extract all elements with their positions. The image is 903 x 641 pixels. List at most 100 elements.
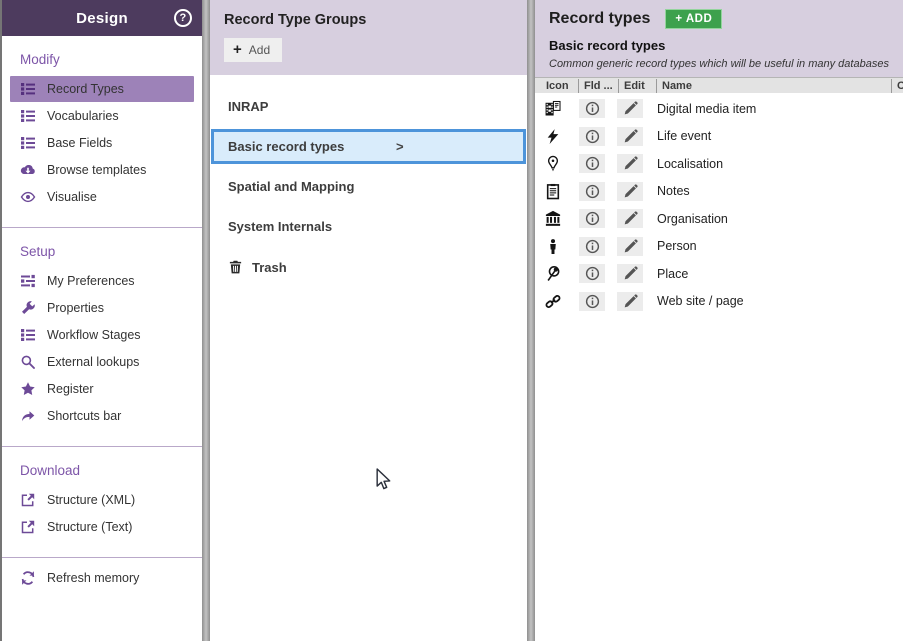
info-icon — [585, 239, 600, 254]
types-subtitle: Basic record types — [549, 38, 889, 53]
list-icon — [20, 108, 36, 124]
sidebar-item-label: Workflow Stages — [47, 328, 141, 342]
info-icon — [585, 294, 600, 309]
sidebar-item-refresh-memory[interactable]: Refresh memory — [10, 565, 194, 591]
map-pin-icon — [541, 155, 565, 172]
record-type-row-person[interactable]: Person — [535, 233, 903, 261]
edit-button[interactable] — [617, 264, 643, 283]
sidebar-item-shortcuts-bar[interactable]: Shortcuts bar — [10, 403, 194, 429]
pencil-icon — [623, 101, 638, 116]
sidebar-item-label: My Preferences — [47, 274, 135, 288]
sidebar-item-label: Register — [47, 382, 94, 396]
add-group-button[interactable]: + Add — [224, 38, 282, 62]
pencil-icon — [623, 129, 638, 144]
sidebar-item-label: Properties — [47, 301, 104, 315]
record-type-groups-panel: Record Type Groups + Add INRAP Basic rec… — [210, 0, 527, 641]
sidebar-item-workflow-stages[interactable]: Workflow Stages — [10, 322, 194, 348]
chevron-right-icon: > — [396, 139, 404, 154]
sidebar-item-record-types[interactable]: Record Types — [10, 76, 194, 102]
pencil-icon — [623, 294, 638, 309]
share-arrow-icon — [20, 408, 36, 424]
record-type-row-life-event[interactable]: Life event — [535, 123, 903, 151]
info-button[interactable] — [579, 182, 605, 201]
sidebar-item-browse-templates[interactable]: Browse templates — [10, 157, 194, 183]
groups-panel-title: Record Type Groups — [224, 12, 513, 28]
sidebar-item-visualise[interactable]: Visualise — [10, 184, 194, 210]
sidebar-item-external-lookups[interactable]: External lookups — [10, 349, 194, 375]
sidebar-header: Design ? — [2, 0, 202, 36]
info-button[interactable] — [579, 237, 605, 256]
group-item-label: Spatial and Mapping — [228, 179, 354, 194]
record-type-row-localisation[interactable]: Localisation — [535, 150, 903, 178]
link-icon — [541, 293, 565, 310]
info-icon — [585, 129, 600, 144]
group-item-label: Trash — [252, 260, 287, 275]
sidebar-item-label: Base Fields — [47, 136, 112, 150]
info-icon — [585, 101, 600, 116]
pencil-icon — [623, 211, 638, 226]
record-type-name: Notes — [657, 184, 690, 198]
page-title: Design — [76, 10, 128, 27]
sidebar-item-vocabularies[interactable]: Vocabularies — [10, 103, 194, 129]
pencil-icon — [623, 239, 638, 254]
sidebar-section-setup: Setup My Preferences Properties — [2, 228, 202, 440]
edit-button[interactable] — [617, 182, 643, 201]
group-item-system-internals[interactable]: System Internals — [211, 209, 526, 244]
sidebar-item-structure-xml[interactable]: Structure (XML) — [10, 487, 194, 513]
edit-button[interactable] — [617, 127, 643, 146]
info-icon — [585, 184, 600, 199]
sidebar-item-base-fields[interactable]: Base Fields — [10, 130, 194, 156]
info-button[interactable] — [579, 209, 605, 228]
bank-icon — [541, 210, 565, 227]
eye-icon — [20, 189, 36, 205]
info-button[interactable] — [579, 127, 605, 146]
record-type-name: Organisation — [657, 212, 728, 226]
group-item-trash[interactable]: Trash — [211, 249, 526, 285]
record-type-row-notes[interactable]: Notes — [535, 178, 903, 206]
sidebar-section-footer: Refresh memory — [2, 558, 202, 602]
help-icon[interactable]: ? — [174, 9, 192, 27]
info-button[interactable] — [579, 292, 605, 311]
info-button[interactable] — [579, 154, 605, 173]
sidebar-item-properties[interactable]: Properties — [10, 295, 194, 321]
edit-button[interactable] — [617, 154, 643, 173]
panel-splitter-right[interactable] — [527, 0, 535, 641]
group-item-spatial-and-mapping[interactable]: Spatial and Mapping — [211, 169, 526, 204]
sidebar-item-label: Record Types — [47, 82, 124, 96]
sidebar-item-label: External lookups — [47, 355, 139, 369]
edit-button[interactable] — [617, 209, 643, 228]
record-type-row-place[interactable]: Place — [535, 260, 903, 288]
group-item-inrap[interactable]: INRAP — [211, 89, 526, 124]
edit-button[interactable] — [617, 99, 643, 118]
edit-button[interactable] — [617, 237, 643, 256]
record-type-name: Localisation — [657, 157, 723, 171]
plus-icon: + — [233, 45, 242, 55]
pencil-icon — [623, 184, 638, 199]
cloud-download-icon — [20, 162, 36, 178]
sidebar-item-my-preferences[interactable]: My Preferences — [10, 268, 194, 294]
sidebar-item-structure-text[interactable]: Structure (Text) — [10, 514, 194, 540]
external-link-icon — [20, 519, 36, 535]
group-item-basic-record-types[interactable]: Basic record types > — [211, 129, 526, 164]
record-type-row-digital-media-item[interactable]: Digital media item — [535, 95, 903, 123]
record-type-row-organisation[interactable]: Organisation — [535, 205, 903, 233]
record-types-panel: Record types + ADD Basic record types Co… — [535, 0, 903, 641]
record-type-row-web-site-page[interactable]: Web site / page — [535, 288, 903, 316]
record-type-name: Place — [657, 267, 688, 281]
sidebar-section-modify: Modify Record Types Vocabularies — [2, 36, 202, 221]
edit-button[interactable] — [617, 292, 643, 311]
sidebar: Design ? Modify Record Types Vocabularie… — [2, 0, 202, 641]
info-button[interactable] — [579, 264, 605, 283]
record-types-table-header: Icon Fld ... Edit Name C — [535, 77, 903, 93]
column-header-icon: Icon — [541, 79, 579, 93]
trash-icon — [228, 259, 243, 275]
group-list: INRAP Basic record types > Spatial and M… — [210, 75, 527, 285]
panel-splitter-left[interactable] — [202, 0, 210, 641]
info-button[interactable] — [579, 99, 605, 118]
group-item-label: Basic record types — [228, 139, 344, 154]
section-heading-setup: Setup — [2, 234, 202, 267]
sidebar-item-register[interactable]: Register — [10, 376, 194, 402]
add-record-type-button[interactable]: + ADD — [665, 9, 722, 29]
list-icon — [20, 327, 36, 343]
sidebar-footer-list: Refresh memory — [2, 565, 202, 591]
